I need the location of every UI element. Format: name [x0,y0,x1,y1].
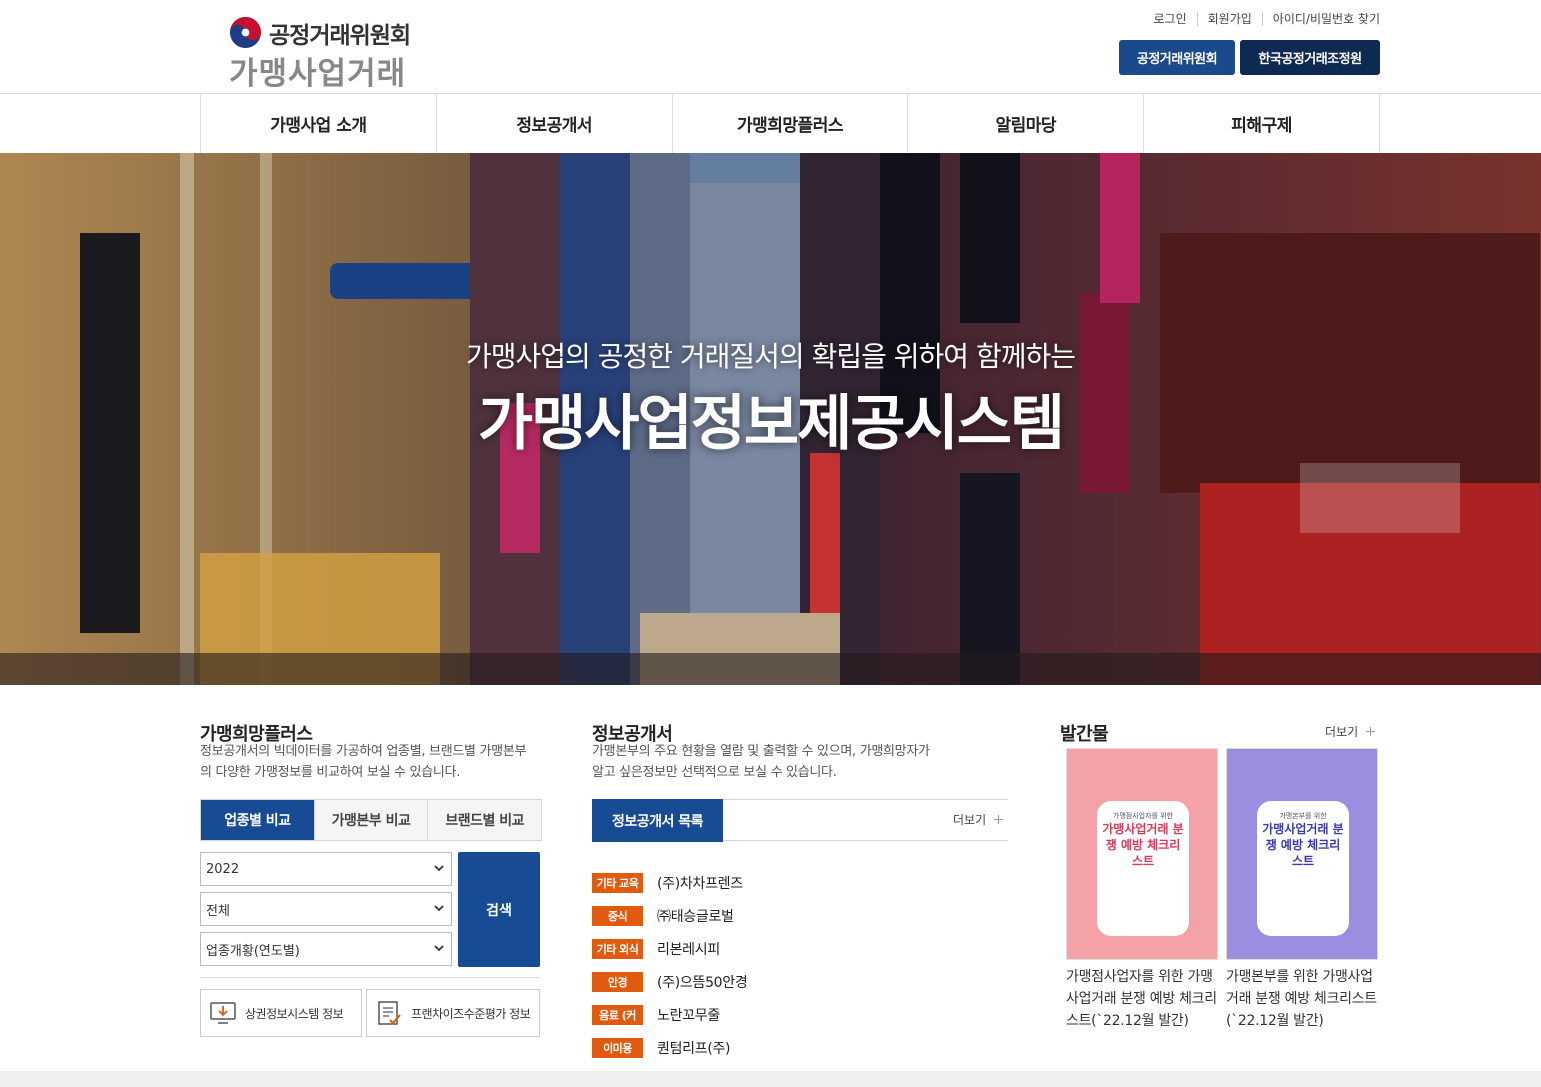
cover-title: 가맹사업거래 분쟁 예방 체크리스트 [1102,822,1184,868]
signup-link[interactable]: 회원가입 [1196,12,1262,26]
brand-name: 노란꼬무줄 [657,1007,720,1024]
plus-icon [1366,727,1376,736]
disclosure-desc-line1: 가맹본부의 주요 현황을 열람 및 출력할 수 있으며, 가맹희망자가 [592,744,930,759]
find-account-link[interactable]: 아이디/비밀번호 찾기 [1261,12,1380,26]
site-logo[interactable]: 공정거래위원회 가맹사업거래 [229,14,429,92]
hero-banner: 가맹사업의 공정한 거래질서의 확립을 위하여 함께하는 가맹사업정보제공시스템 [0,153,1541,685]
service-name: 가맹사업거래 [229,56,407,92]
footer-band [0,1071,1541,1087]
cover-subtitle: 가맹점사업자를 위한 [1112,812,1174,820]
disclosure-more-label: 더보기 [953,813,987,827]
list-item[interactable]: 기타 외식 리본레시피 [592,932,1008,965]
report-select[interactable]: 업종개황(연도별) [200,932,452,966]
divider [200,977,540,978]
tab-brand-compare[interactable]: 브랜드별 비교 [427,800,542,840]
cover-title: 가맹사업거래 분쟁 예방 체크리스트 [1262,822,1344,868]
publication-caption: 가맹본부를 위한 가맹사업거래 분쟁 예방 체크리스트(`22.12월 발간) [1226,969,1377,1029]
hero-subtitle: 가맹사업의 공정한 거래질서의 확립을 위하여 함께하는 [466,340,1076,373]
publications-more-label: 더보기 [1325,725,1359,739]
list-item[interactable]: 음료 (커 노란꼬무줄 [592,998,1008,1031]
ftc-button[interactable]: 공정거래위원회 [1119,40,1235,75]
brand-name: 리본레시피 [657,941,720,958]
brand-name: (주)차차프렌즈 [657,875,743,892]
org-name: 공정거래위원회 [269,23,411,49]
nav-hope-plus[interactable]: 가맹희망플러스 [673,94,909,153]
market-info-link[interactable]: 상권정보시스템 정보 [200,989,362,1037]
chevron-down-icon [434,865,444,872]
tab-hq-compare[interactable]: 가맹본부 비교 [313,800,428,840]
list-item[interactable]: 안경 (주)으뜸50안경 [592,965,1008,998]
login-link[interactable]: 로그인 [1143,12,1196,26]
list-item[interactable]: 중식 ㈜태승글로벌 [592,899,1008,932]
disclosure-tabbar: 정보공개서 목록 [592,799,1008,842]
publication-cover: 가맹본부를 위한 가맹사업거래 분쟁 예방 체크리스트 [1226,748,1378,960]
disclosure-desc: 가맹본부의 주요 현황을 열람 및 출력할 수 있으며, 가맹희망자가 알고 싶… [592,741,972,783]
disclosure-list: 기타 교육 (주)차차프렌즈 중식 ㈜태승글로벌 기타 외식 리본레시피 안경 … [592,866,1008,1064]
cover-subtitle: 가맹본부를 위한 [1279,812,1327,820]
publications-title: 발간물 [1060,724,1109,745]
report-select-value: 업종개황(연도별) [206,943,300,959]
nav-notice[interactable]: 알림마당 [908,94,1145,153]
tab-disclosure-list[interactable]: 정보공개서 목록 [592,799,723,842]
kfair-button[interactable]: 한국공정거래조정원 [1240,40,1380,75]
category-badge: 기타 교육 [592,872,643,893]
hope-plus-desc-line2: 의 다양한 가맹정보를 비교하여 보실 수 있습니다. [200,765,461,780]
chevron-down-icon [434,905,444,912]
hero-title: 가맹사업정보제공시스템 [477,389,1065,459]
tab-industry-compare[interactable]: 업종별 비교 [201,800,314,840]
checklist-icon [378,1001,401,1025]
industry-select-value: 전체 [206,903,230,919]
plus-icon [994,815,1004,824]
disclosure-more-link[interactable]: 더보기 [953,811,1004,828]
brand-name: ㈜태승글로벌 [657,908,734,925]
franchise-rating-label: 프랜차이즈수준평가 정보 [411,1006,531,1021]
category-badge: 중식 [592,905,643,926]
franchise-rating-link[interactable]: 프랜차이즈수준평가 정보 [366,989,540,1037]
market-info-label: 상권정보시스템 정보 [245,1006,344,1021]
search-button[interactable]: 검색 [458,852,540,967]
brand-name: 퀀텀리프(주) [657,1040,731,1057]
site-header: 공정거래위원회 가맹사업거래 로그인 회원가입 아이디/비밀번호 찾기 공정거래… [0,0,1541,94]
brand-name: (주)으뜸50안경 [657,974,748,991]
category-badge: 안경 [592,971,643,992]
main-nav: 가맹사업 소개 정보공개서 가맹희망플러스 알림마당 피해구제 [200,94,1380,153]
list-item[interactable]: 이미용 퀀텀리프(주) [592,1031,1008,1064]
nav-disclosure[interactable]: 정보공개서 [437,94,673,153]
nav-franchise-intro[interactable]: 가맹사업 소개 [201,94,437,153]
category-badge: 기타 외식 [592,938,643,959]
year-select-value: 2022 [206,861,240,877]
list-item[interactable]: 기타 교육 (주)차차프렌즈 [592,866,1008,899]
publications-more-link[interactable]: 더보기 [1325,723,1376,740]
monitor-download-icon [210,1002,236,1024]
year-select[interactable]: 2022 [200,852,452,886]
category-badge: 이미용 [592,1037,643,1058]
publication-card[interactable]: 가맹본부를 위한 가맹사업거래 분쟁 예방 체크리스트 가맹본부를 위한 가맹사… [1226,748,1378,1032]
hope-plus-desc-line1: 정보공개서의 빅데이터를 가공하여 업종별, 브랜드별 가맹본부 [200,744,527,759]
taegeuk-emblem-icon [229,16,262,49]
nav-damage-relief[interactable]: 피해구제 [1144,94,1380,153]
compare-tabs: 업종별 비교 가맹본부 비교 브랜드별 비교 [200,799,542,841]
category-badge: 음료 (커 [592,1004,643,1025]
utility-links: 로그인 회원가입 아이디/비밀번호 찾기 [1143,12,1380,26]
publication-card[interactable]: 가맹점사업자를 위한 가맹사업거래 분쟁 예방 체크리스트 가맹점사업자를 위한… [1066,748,1218,1032]
publication-caption: 가맹점사업자를 위한 가맹사업거래 분쟁 예방 체크리스트(`22.12월 발간… [1066,969,1217,1029]
chevron-down-icon [434,945,444,952]
disclosure-desc-line2: 알고 싶은정보만 선택적으로 보실 수 있습니다. [592,765,837,780]
publication-cover: 가맹점사업자를 위한 가맹사업거래 분쟁 예방 체크리스트 [1066,748,1218,960]
industry-select[interactable]: 전체 [200,892,452,926]
hope-plus-desc: 정보공개서의 빅데이터를 가공하여 업종별, 브랜드별 가맹본부 의 다양한 가… [200,741,550,783]
